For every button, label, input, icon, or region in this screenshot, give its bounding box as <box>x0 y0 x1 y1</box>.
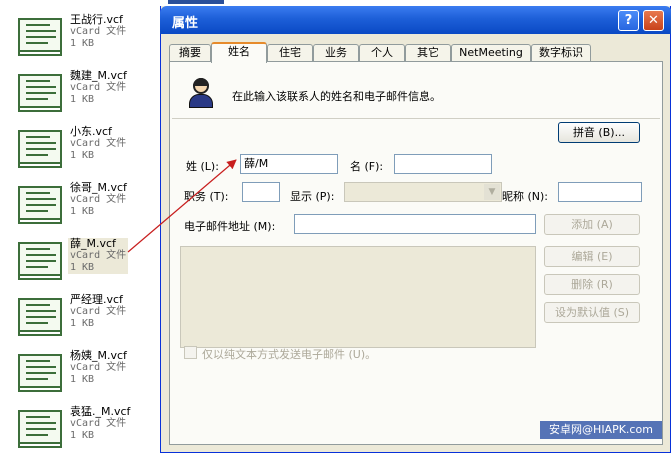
tab-digital-ids[interactable]: 数字标识 <box>531 44 591 62</box>
file-item[interactable]: 严经理.vcf vCard 文件 1 KB <box>14 294 160 342</box>
vcard-file-icon <box>18 74 62 112</box>
dialog-titlebar[interactable]: 属性 ? ✕ <box>160 6 671 34</box>
file-size: 1 KB <box>70 206 95 217</box>
file-name: 杨姨_M.vcf <box>70 349 127 362</box>
file-size: 1 KB <box>70 374 95 385</box>
file-name: 魏建_M.vcf <box>70 69 127 82</box>
file-type: vCard 文件 <box>70 362 127 373</box>
tab-business[interactable]: 业务 <box>313 44 359 62</box>
dialog-title: 属性 <box>172 16 199 31</box>
titlebar-remnant <box>168 0 224 4</box>
name-tab-panel: 在此输入该联系人的姓名和电子邮件信息。 拼音 (B)... 姓 (L): 薛/M… <box>169 61 663 445</box>
chevron-down-icon: ▼ <box>484 184 500 200</box>
file-item-selected[interactable]: 薛_M.vcf vCard 文件 1 KB <box>14 238 160 286</box>
file-type: vCard 文件 <box>70 26 127 37</box>
email-label: 电子邮件地址 (M): <box>184 220 276 233</box>
file-name: 徐哥_M.vcf <box>70 181 127 194</box>
file-size: 1 KB <box>70 430 95 441</box>
email-input[interactable] <box>294 214 536 234</box>
file-size: 1 KB <box>70 318 95 329</box>
tab-personal[interactable]: 个人 <box>359 44 405 62</box>
tab-other[interactable]: 其它 <box>405 44 451 62</box>
vcard-file-icon <box>18 186 62 224</box>
file-name: 严经理.vcf <box>70 293 123 306</box>
nickname-input[interactable] <box>558 182 642 202</box>
file-type: vCard 文件 <box>70 138 127 149</box>
given-name-label: 名 (F): <box>350 160 384 173</box>
intro-text: 在此输入该联系人的姓名和电子邮件信息。 <box>232 90 441 103</box>
display-label: 显示 (P): <box>290 190 335 203</box>
tab-home[interactable]: 住宅 <box>267 44 313 62</box>
vcard-file-icon <box>18 410 62 448</box>
contact-person-icon <box>188 78 214 108</box>
tab-name[interactable]: 姓名 <box>211 42 267 63</box>
job-title-label: 职务 (T): <box>184 190 229 203</box>
file-size: 1 KB <box>70 94 95 105</box>
tab-netmeeting[interactable]: NetMeeting <box>451 44 531 62</box>
vcard-file-icon <box>18 18 62 56</box>
file-type: vCard 文件 <box>70 418 127 429</box>
close-button[interactable]: ✕ <box>643 10 664 31</box>
file-item[interactable]: 袁猛._M.vcf vCard 文件 1 KB <box>14 406 160 453</box>
file-type: vCard 文件 <box>70 82 127 93</box>
file-list: 王战行.vcf vCard 文件 1 KB 魏建_M.vcf vCard 文件 1 KB… <box>0 0 224 453</box>
watermark: 安卓网@HIAPK.com <box>540 421 662 439</box>
display-select[interactable]: ▼ <box>344 182 502 202</box>
plain-text-checkbox-label: 仅以纯文本方式发送电子邮件 (U)。 <box>202 348 377 361</box>
file-size: 1 KB <box>70 38 95 49</box>
checkbox-box[interactable] <box>184 346 197 359</box>
vcard-file-icon <box>18 298 62 336</box>
file-type: vCard 文件 <box>70 250 127 261</box>
edit-email-button[interactable]: 编辑 (E) <box>544 246 640 267</box>
remove-email-button[interactable]: 删除 (R) <box>544 274 640 295</box>
file-size: 1 KB <box>70 262 95 273</box>
file-type: vCard 文件 <box>70 194 127 205</box>
file-item[interactable]: 小东.vcf vCard 文件 1 KB <box>14 126 160 174</box>
file-name: 薛_M.vcf <box>70 237 116 250</box>
tab-summary[interactable]: 摘要 <box>169 44 211 62</box>
set-default-button[interactable]: 设为默认值 (S) <box>544 302 640 323</box>
file-item[interactable]: 徐哥_M.vcf vCard 文件 1 KB <box>14 182 160 230</box>
file-item[interactable]: 魏建_M.vcf vCard 文件 1 KB <box>14 70 160 118</box>
file-type: vCard 文件 <box>70 306 127 317</box>
surname-input[interactable]: 薛/M <box>240 154 338 174</box>
vcard-file-icon <box>18 354 62 392</box>
nickname-label: 昵称 (N): <box>502 190 549 203</box>
add-email-button[interactable]: 添加 (A) <box>544 214 640 235</box>
divider <box>172 118 660 119</box>
help-button[interactable]: ? <box>618 10 639 31</box>
file-item[interactable]: 王战行.vcf vCard 文件 1 KB <box>14 14 160 62</box>
vcard-file-icon <box>18 130 62 168</box>
surname-label: 姓 (L): <box>186 160 219 173</box>
file-name: 小东.vcf <box>70 125 112 138</box>
file-size: 1 KB <box>70 150 95 161</box>
pinyin-button[interactable]: 拼音 (B)... <box>558 122 640 143</box>
email-list[interactable] <box>180 246 536 348</box>
properties-dialog: 属性 ? ✕ 摘要 姓名 住宅 业务 个人 其它 NetMeeting 数字标识… <box>160 6 671 453</box>
file-name: 袁猛._M.vcf <box>70 405 131 418</box>
given-name-input[interactable] <box>394 154 492 174</box>
vcard-file-icon <box>18 242 62 280</box>
job-title-input[interactable] <box>242 182 280 202</box>
file-item[interactable]: 杨姨_M.vcf vCard 文件 1 KB <box>14 350 160 398</box>
file-name: 王战行.vcf <box>70 13 123 26</box>
